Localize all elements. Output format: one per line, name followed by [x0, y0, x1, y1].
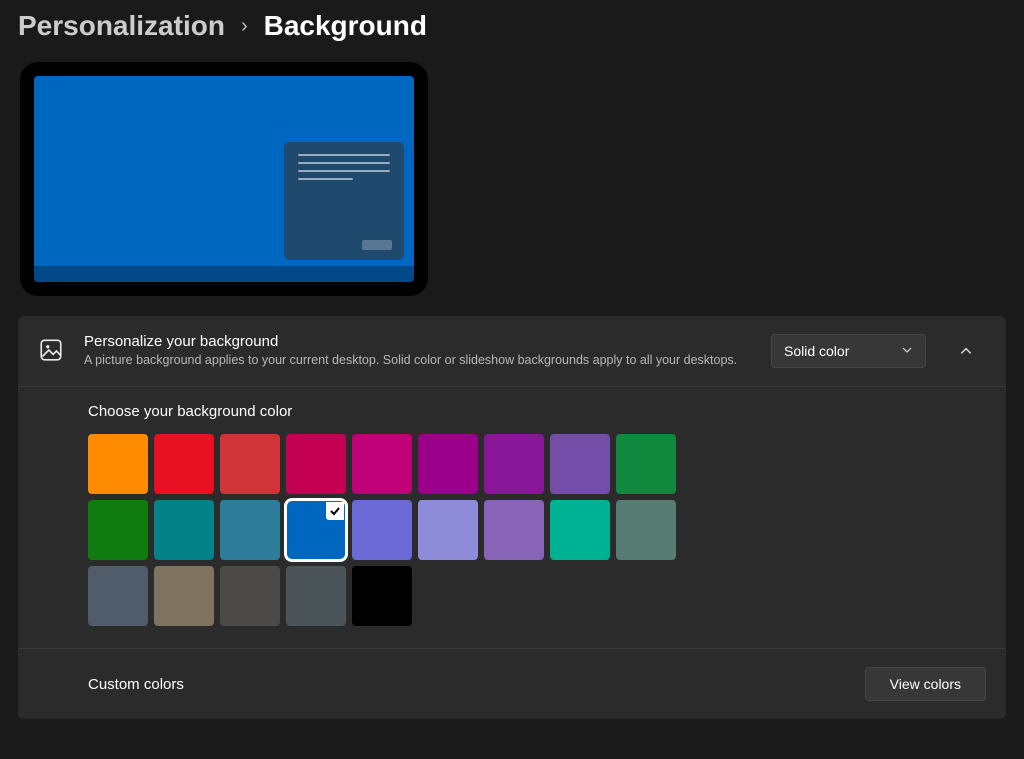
card-title: Personalize your background — [84, 333, 751, 350]
color-swatch[interactable] — [616, 500, 676, 560]
desktop-preview — [20, 62, 428, 296]
check-icon — [326, 502, 344, 520]
color-swatch[interactable] — [220, 566, 280, 626]
color-swatch[interactable] — [616, 434, 676, 494]
color-swatch[interactable] — [352, 434, 412, 494]
color-swatch[interactable] — [88, 566, 148, 626]
breadcrumb: Personalization › Background — [18, 0, 1006, 62]
page-title: Background — [264, 10, 427, 42]
preview-screen — [34, 76, 414, 282]
background-type-select[interactable]: Solid color — [771, 334, 926, 368]
color-swatch[interactable] — [286, 500, 346, 560]
personalize-background-card: Personalize your background A picture ba… — [18, 316, 1006, 719]
color-swatch[interactable] — [220, 500, 280, 560]
collapse-section-button[interactable] — [946, 331, 986, 371]
preview-sample-window — [284, 142, 404, 260]
color-swatch[interactable] — [550, 500, 610, 560]
color-swatch[interactable] — [418, 500, 478, 560]
breadcrumb-parent[interactable]: Personalization — [18, 10, 225, 42]
custom-colors-label: Custom colors — [88, 676, 184, 693]
chevron-right-icon: › — [241, 15, 248, 38]
color-swatch[interactable] — [286, 434, 346, 494]
picture-icon — [38, 337, 64, 366]
color-swatch[interactable] — [484, 500, 544, 560]
color-swatch[interactable] — [484, 434, 544, 494]
color-swatch[interactable] — [418, 434, 478, 494]
color-swatch[interactable] — [550, 434, 610, 494]
color-swatch[interactable] — [352, 566, 412, 626]
color-swatch[interactable] — [88, 434, 148, 494]
view-colors-button[interactable]: View colors — [865, 667, 986, 701]
color-swatch[interactable] — [286, 566, 346, 626]
chevron-down-icon — [901, 343, 913, 359]
card-header: Personalize your background A picture ba… — [18, 316, 1006, 386]
color-swatch[interactable] — [88, 500, 148, 560]
color-swatch[interactable] — [220, 434, 280, 494]
color-swatch[interactable] — [154, 434, 214, 494]
color-swatch[interactable] — [154, 566, 214, 626]
custom-colors-row: Custom colors View colors — [18, 649, 1006, 719]
preview-taskbar — [34, 266, 414, 282]
color-picker-section: Choose your background color — [18, 387, 1006, 648]
card-description: A picture background applies to your cur… — [84, 352, 751, 369]
section-label: Choose your background color — [88, 403, 986, 420]
color-swatch[interactable] — [352, 500, 412, 560]
select-value: Solid color — [784, 343, 849, 359]
color-swatch[interactable] — [154, 500, 214, 560]
color-swatch-grid — [88, 434, 986, 626]
